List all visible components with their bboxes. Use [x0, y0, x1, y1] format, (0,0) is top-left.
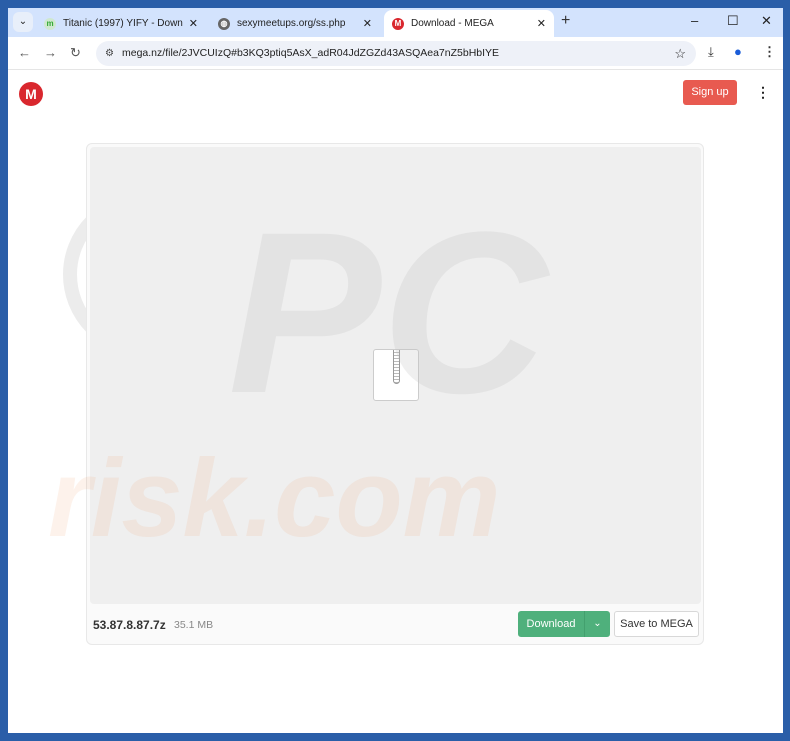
download-button-group: Download ⌄ [518, 611, 610, 637]
bookmark-star-icon[interactable]: ☆ [674, 41, 686, 66]
chevron-down-icon[interactable]: ⌄ [584, 611, 610, 637]
toolbar: ← → ↻ ⚙ mega.nz/file/2JVCUIzQ#b3KQ3ptiq5… [8, 37, 783, 70]
tab-title: sexymeetups.org/ss.php [237, 18, 346, 29]
yify-icon: m [44, 17, 56, 30]
forward-icon[interactable]: → [44, 45, 57, 60]
more-options-icon[interactable]: ⋮ [756, 84, 770, 101]
download-icon[interactable]: ⤓ [708, 44, 714, 60]
close-tab-icon[interactable]: ✕ [189, 17, 198, 30]
globe-icon: ◍ [218, 17, 230, 30]
back-icon[interactable]: ← [18, 45, 31, 60]
maximize-button[interactable]: ☐ [727, 13, 739, 29]
site-settings-icon[interactable]: ⚙ [105, 41, 114, 66]
tab-bar: ⌄ m Titanic (1997) YIFY - Download ✕ ◍ s… [8, 8, 783, 37]
close-window-button[interactable]: ✕ [761, 13, 772, 29]
download-button[interactable]: Download [518, 611, 584, 637]
reload-icon[interactable]: ↻ [70, 45, 81, 61]
menu-icon[interactable]: ⋮ [763, 44, 776, 60]
address-bar[interactable]: ⚙ mega.nz/file/2JVCUIzQ#b3KQ3ptiq5AsX_ad… [96, 41, 696, 66]
save-to-mega-button[interactable]: Save to MEGA [614, 611, 699, 637]
tab-title: Download - MEGA [411, 18, 494, 29]
mega-icon: M [392, 17, 404, 30]
profile-icon[interactable]: ● [734, 44, 742, 59]
url-text: mega.nz/file/2JVCUIzQ#b3KQ3ptiq5AsX_adR0… [122, 47, 500, 59]
sign-up-button[interactable]: Sign up [683, 80, 737, 105]
browser-window: ⌄ m Titanic (1997) YIFY - Download ✕ ◍ s… [8, 8, 783, 733]
file-preview [90, 147, 701, 604]
close-tab-icon[interactable]: ✕ [363, 17, 372, 30]
tab-titanic[interactable]: m Titanic (1997) YIFY - Download ✕ [36, 10, 206, 37]
new-tab-button[interactable]: + [561, 12, 570, 30]
mega-logo[interactable]: M [19, 82, 43, 106]
file-size: 35.1 MB [174, 619, 214, 631]
file-card: 53.87.8.87.7z 35.1 MB Download ⌄ Save to… [86, 143, 704, 645]
minimize-button[interactable]: – [691, 13, 698, 28]
mega-page: M Sign up ⋮ 53.87.8.87.7z 35.1 MB Downlo… [8, 70, 783, 733]
close-tab-icon[interactable]: ✕ [537, 17, 546, 30]
tab-title: Titanic (1997) YIFY - Download [63, 18, 183, 29]
tab-sexymeetups[interactable]: ◍ sexymeetups.org/ss.php ✕ [210, 10, 380, 37]
file-name: 53.87.8.87.7z [93, 618, 166, 632]
tab-mega[interactable]: M Download - MEGA ✕ [384, 10, 554, 37]
zip-file-icon [373, 349, 419, 401]
tab-search-button[interactable]: ⌄ [13, 12, 33, 32]
